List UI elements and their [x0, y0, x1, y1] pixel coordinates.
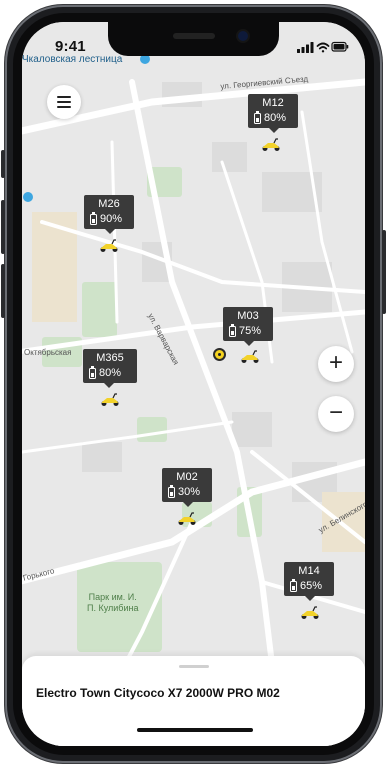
user-location-pin — [213, 348, 226, 361]
marker-label: M12 80% — [248, 94, 298, 133]
marker-name: M12 — [262, 97, 284, 109]
battery-icon — [254, 111, 261, 124]
marker-battery: 80% — [264, 112, 287, 124]
volume-up-button — [1, 200, 5, 254]
scooter-icon — [101, 393, 119, 406]
status-time: 9:41 — [55, 38, 86, 55]
selected-scooter-title[interactable]: Electro Town Citycoco X7 2000W PRO M02 — [36, 686, 280, 700]
battery-icon — [168, 485, 175, 498]
menu-icon-line — [57, 101, 71, 103]
notch — [108, 22, 279, 56]
scooter-icon — [301, 606, 319, 619]
zoom-in-button[interactable]: + — [318, 346, 354, 382]
status-icons — [297, 41, 349, 53]
battery-icon — [90, 212, 97, 225]
mute-switch — [1, 150, 5, 178]
volume-down-button — [1, 264, 5, 318]
battery-icon — [229, 324, 236, 337]
marker-battery: 90% — [100, 213, 123, 225]
battery-icon — [89, 366, 96, 379]
battery-status-icon — [331, 41, 349, 52]
menu-icon-line — [57, 106, 71, 108]
scooter-icon — [178, 512, 196, 525]
menu-icon — [57, 96, 71, 98]
power-button — [382, 230, 386, 314]
marker-battery: 65% — [300, 580, 323, 592]
marker-label: M03 75% — [223, 307, 273, 346]
zoom-out-button[interactable]: − — [318, 396, 354, 432]
sheet-drag-handle[interactable] — [179, 665, 209, 668]
screen: Чкаловская лестница ул. Георгиевский Съе… — [22, 22, 365, 746]
marker-name: M26 — [98, 198, 120, 210]
marker-name: M02 — [176, 471, 198, 483]
map-canvas[interactable] — [22, 22, 365, 746]
camera-icon — [238, 31, 248, 41]
marker-label: M26 90% — [84, 195, 134, 234]
street-label-top-left: Чкаловская лестница — [22, 54, 123, 65]
menu-button[interactable] — [47, 85, 81, 119]
marker-battery: 30% — [178, 486, 201, 498]
bottom-sheet[interactable]: Electro Town Citycoco X7 2000W PRO M02 — [22, 656, 365, 746]
marker-battery: 75% — [239, 325, 262, 337]
scooter-icon — [100, 239, 118, 252]
battery-icon — [290, 579, 297, 592]
scooter-icon — [262, 138, 280, 151]
street-label-left-mid: Октябрьская — [24, 348, 72, 357]
scooter-icon — [241, 350, 259, 363]
park-label: Парк им. И. П. Кулибина — [87, 592, 139, 613]
marker-name: M03 — [237, 310, 259, 322]
wifi-icon — [316, 42, 330, 53]
home-indicator[interactable] — [137, 728, 253, 732]
marker-label: M365 80% — [83, 349, 137, 388]
marker-label: M02 30% — [162, 468, 212, 507]
marker-battery: 80% — [99, 367, 122, 379]
marker-name: M365 — [96, 352, 124, 364]
speaker-icon — [173, 33, 215, 39]
marker-name: M14 — [298, 565, 320, 577]
signal-icon — [297, 42, 314, 53]
marker-label: M14 65% — [284, 562, 334, 601]
